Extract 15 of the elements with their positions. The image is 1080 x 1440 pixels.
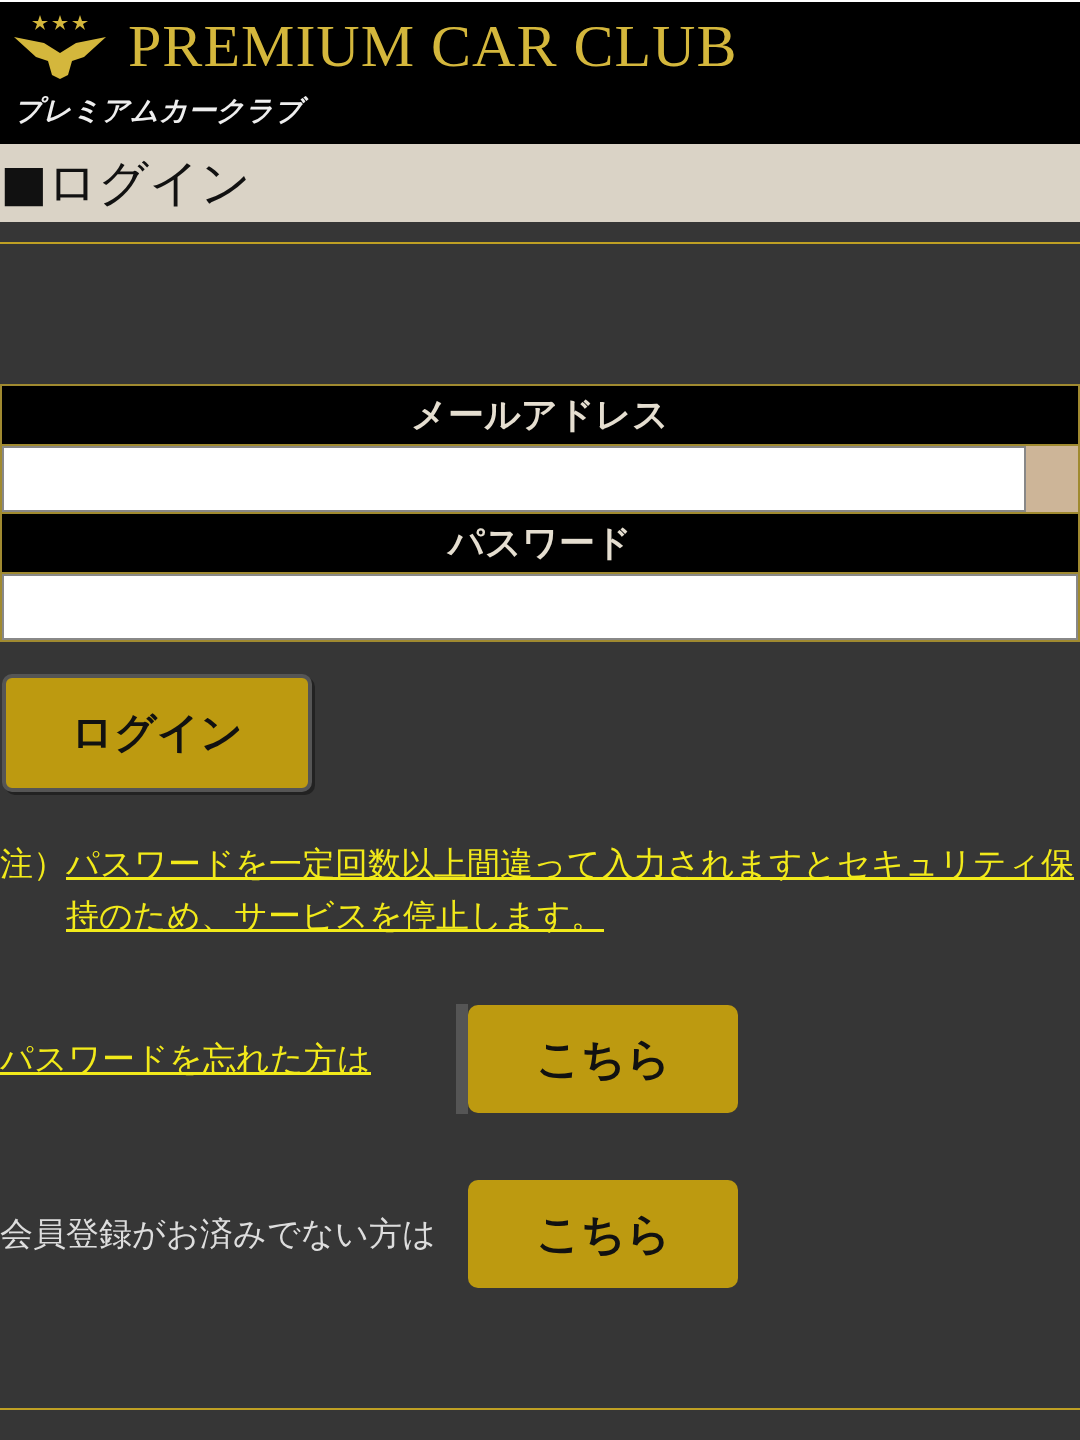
page-title: ■ログイン	[0, 152, 252, 214]
brand-name: PREMIUM CAR CLUB	[128, 11, 738, 81]
notice-link[interactable]: パスワードを一定回数以上間違って入力されますとセキュリティ保持のため、サービスを停止します。	[66, 838, 1080, 942]
register-prompt: 会員登録がお済みでない方は	[0, 1212, 437, 1255]
brand-subtitle: プレミアムカークラブ	[14, 92, 1080, 130]
login-button[interactable]: ログイン	[2, 674, 312, 792]
here-button[interactable]: こちら	[468, 1180, 738, 1288]
forgot-password-link[interactable]: パスワードを忘れた方は	[0, 1036, 456, 1082]
eagle-emblem-icon	[14, 13, 106, 79]
input-field[interactable]	[2, 574, 1078, 640]
notice-prefix: 注）	[0, 843, 66, 885]
here-button[interactable]: こちら	[468, 1005, 738, 1113]
input-field[interactable]	[2, 446, 1026, 512]
field-label: メールアドレス	[411, 392, 669, 437]
field-label: パスワード	[448, 520, 632, 565]
